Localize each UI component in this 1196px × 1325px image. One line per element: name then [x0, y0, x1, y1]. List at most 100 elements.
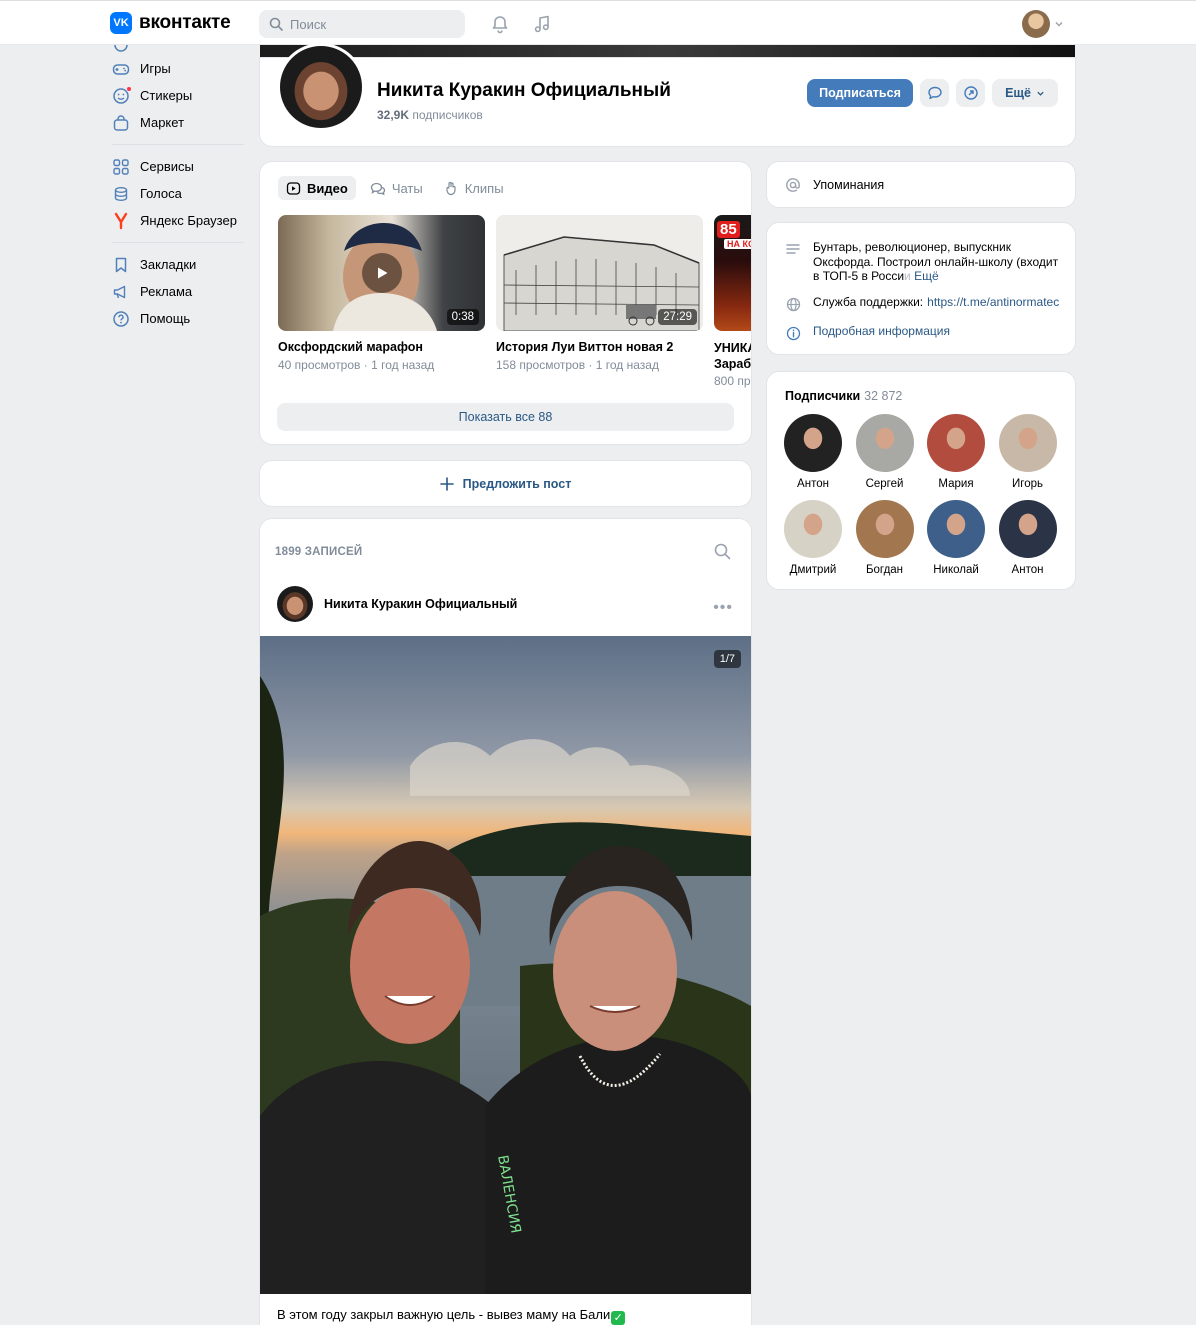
sidebar-item-market[interactable]: Маркет: [110, 109, 246, 136]
subscriber-avatar[interactable]: [855, 500, 914, 558]
post-photo[interactable]: ВАЛЕНСИЯ 1/7: [260, 636, 751, 1294]
subscriber-name: Богдан: [865, 564, 904, 576]
clipped-nav-item: [110, 45, 246, 55]
about-more-link[interactable]: Ещё: [914, 269, 939, 283]
subscriber-avatar[interactable]: [998, 500, 1057, 558]
wall-search-icon[interactable]: [714, 543, 731, 563]
subscriber-item[interactable]: Николай: [926, 500, 986, 576]
video-item[interactable]: 27:29 История Луи Виттон новая 2 158 про…: [496, 215, 703, 372]
support-link[interactable]: https://t.me/antinormatec: [927, 295, 1059, 312]
subscriber-avatar[interactable]: [998, 414, 1057, 472]
sidebar-item-votes[interactable]: Голоса: [110, 180, 246, 207]
gamepad-icon: [112, 60, 130, 78]
video-title[interactable]: УНИКА Зараб: [714, 340, 751, 372]
play-icon[interactable]: [362, 253, 402, 293]
tab-label: Чаты: [391, 180, 423, 196]
notification-dot: [126, 86, 132, 92]
bell-icon[interactable]: [489, 13, 511, 35]
music-icon[interactable]: [531, 13, 553, 35]
post-author-name[interactable]: Никита Куракин Официальный: [324, 597, 517, 611]
subscriber-avatar[interactable]: [927, 500, 985, 558]
video-thumbnail[interactable]: 85 НА КО: [714, 215, 751, 331]
about-text: Бунтарь, революционер, выпускник Оксфорд…: [813, 240, 1058, 284]
tab-chats[interactable]: Чаты: [362, 176, 431, 200]
suggest-post-button[interactable]: Предложить пост: [260, 461, 751, 506]
grid-icon: [112, 158, 130, 176]
subscriber-avatar[interactable]: [784, 500, 842, 558]
profile-menu-button[interactable]: [1022, 10, 1064, 38]
support-row: Служба поддержки: https://t.me/antinorma…: [785, 295, 1065, 312]
video-meta: 800 пр: [714, 374, 751, 388]
details-row[interactable]: Подробная информация: [785, 324, 950, 341]
photo-counter: 1/7: [713, 650, 741, 668]
subscriber-name: Игорь: [1012, 478, 1043, 490]
video-icon: [286, 181, 301, 195]
vk-logo-icon: VK: [110, 12, 132, 34]
subs-count: 32,9K: [377, 108, 410, 122]
tab-video[interactable]: Видео: [278, 176, 356, 200]
post-text: В этом году закрыл важную цель - вывез м…: [277, 1307, 626, 1325]
subscribers-header[interactable]: Подписчики 32 872: [785, 389, 902, 403]
subscriber-item[interactable]: Дмитрий: [783, 500, 843, 576]
sidebar-item-help[interactable]: Помощь: [110, 305, 246, 332]
sidebar-item-yandex-browser[interactable]: Яндекс Браузер: [110, 207, 246, 234]
sidebar-item-games[interactable]: Игры: [110, 55, 246, 82]
subscriber-item[interactable]: Богдан: [855, 500, 915, 576]
sidebar-item-services[interactable]: Сервисы: [110, 153, 246, 180]
sidebar-item-label: Голоса: [140, 186, 182, 201]
show-all-videos-button[interactable]: Показать все 88: [277, 403, 734, 431]
megaphone-icon: [112, 283, 130, 301]
sidebar-item-stickers[interactable]: Стикеры: [110, 82, 246, 109]
wall-post-count: 1899 ЗАПИСЕЙ: [275, 546, 363, 558]
message-button[interactable]: [920, 79, 949, 107]
subscribe-button[interactable]: Подписаться: [807, 79, 913, 107]
subscriber-name: Мария: [938, 478, 974, 490]
video-title[interactable]: История Луи Виттон новая 2: [496, 340, 703, 354]
chats-icon: [370, 182, 385, 195]
logo-text: вконтакте: [139, 12, 231, 33]
subscriber-avatar[interactable]: [784, 414, 842, 472]
support-label: Служба поддержки:: [813, 295, 924, 309]
more-button[interactable]: Ещё: [992, 79, 1058, 107]
video-item[interactable]: 85 НА КО УНИКА Зараб 800 пр: [714, 215, 751, 388]
subscriber-avatar[interactable]: [927, 414, 985, 472]
profile-subscriber-count[interactable]: 32,9K подписчиков: [377, 108, 483, 122]
profile-avatar[interactable]: [277, 43, 365, 131]
video-meta: 40 просмотров · 1 год назад: [278, 358, 435, 372]
profile-name: Никита Куракин Официальный: [377, 80, 671, 101]
video-thumbnail[interactable]: 27:29: [496, 215, 703, 331]
chevron-down-icon: [1055, 22, 1063, 27]
video-item[interactable]: 0:38 Оксфордский марафон 40 просмотров ·…: [278, 215, 485, 372]
chevron-down-icon: [1037, 91, 1044, 96]
subscriber-name: Антон: [1011, 564, 1044, 576]
sidebar-item-ads[interactable]: Реклама: [110, 278, 246, 305]
details-link[interactable]: Подробная информация: [813, 324, 950, 341]
subscriber-item[interactable]: Игорь: [998, 414, 1058, 490]
mentions-link[interactable]: Упоминания: [767, 162, 1075, 207]
user-avatar: [1022, 10, 1050, 38]
text-lines-icon: [785, 241, 801, 257]
subscribers-title: Подписчики: [785, 389, 861, 403]
subscriber-item[interactable]: Сергей: [855, 414, 915, 490]
info-icon: [785, 325, 801, 341]
subscriber-item[interactable]: Антон: [783, 414, 843, 490]
media-tabs: Видео Чаты Клипы: [278, 176, 512, 200]
vk-logo[interactable]: VK вконтакте: [110, 12, 231, 34]
share-button[interactable]: [956, 79, 985, 107]
tab-clips[interactable]: Клипы: [437, 176, 512, 200]
sidebar-item-label: Игры: [140, 61, 171, 76]
post-menu-icon[interactable]: •••: [713, 599, 733, 617]
profile-card: [260, 58, 1075, 146]
search-input[interactable]: [290, 16, 450, 32]
mentions-label: Упоминания: [813, 177, 885, 192]
search-box[interactable]: [259, 10, 465, 38]
video-title[interactable]: Оксфордский марафон: [278, 340, 485, 354]
post-author-avatar[interactable]: [277, 586, 313, 622]
sidebar-item-bookmarks[interactable]: Закладки: [110, 251, 246, 278]
subscriber-avatar[interactable]: [855, 414, 914, 472]
subscriber-item[interactable]: Мария: [926, 414, 986, 490]
subscriber-name: Дмитрий: [789, 564, 837, 576]
subscriber-item[interactable]: Антон: [998, 500, 1058, 576]
globe-icon: [785, 296, 801, 312]
video-thumbnail[interactable]: 0:38: [278, 215, 485, 331]
